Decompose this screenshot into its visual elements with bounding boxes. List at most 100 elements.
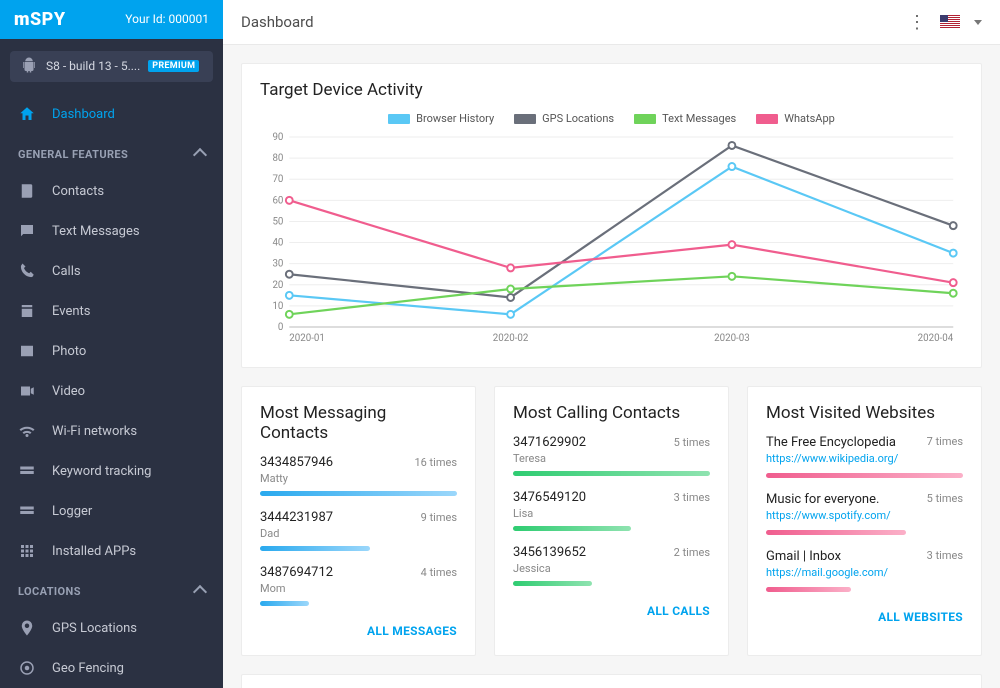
text-messages-icon [18,222,36,240]
progress-bar [260,491,457,496]
nav-item-events[interactable]: Events [0,291,223,331]
contact-name: Dad [260,527,457,540]
site-title: Gmail | Inbox [766,549,888,564]
all-websites-link[interactable]: ALL WEBSITES [878,610,963,624]
svg-text:30: 30 [272,259,283,270]
activity-chart: 01020304050607080902020-012020-022020-03… [260,131,963,351]
card-activity: Target Device Activity Browser HistoryGP… [241,63,982,368]
contact-count: 3 times [674,491,710,504]
nav-section-general[interactable]: GENERAL FEATURES [0,134,223,171]
nav-item-video[interactable]: Video [0,371,223,411]
chevron-up-icon [193,147,207,161]
home-icon [18,105,36,123]
contact-number: 3434857946 [260,455,333,470]
nav-item-logger[interactable]: Logger [0,491,223,531]
content: Target Device Activity Browser HistoryGP… [223,45,1000,688]
svg-text:2020-02: 2020-02 [493,333,529,344]
page-title: Dashboard [241,13,314,31]
legend-item[interactable]: Browser History [388,112,494,125]
nav-item-contacts[interactable]: Contacts [0,171,223,211]
installed-apps-icon [18,542,36,560]
sidebar: mSPY Your Id: 000001 S8 - build 13 - 5..… [0,0,223,688]
contact-item[interactable]: 34876947124 timesMom [260,565,457,606]
svg-text:50: 50 [272,216,283,227]
nav-item-installed-apps[interactable]: Installed APPs [0,531,223,571]
card-messaging: Most Messaging Contacts 3434857946 16 tim… [241,386,476,656]
website-item[interactable]: Gmail | Inboxhttps://mail.google.com/3 t… [766,549,963,592]
contact-number: 3476549120 [513,490,586,505]
main: Dashboard ⋮ Target Device Activity Brows… [223,0,1000,688]
progress-bar [766,473,963,478]
wi-fi-networks-icon [18,422,36,440]
nav-item-geo-fencing[interactable]: Geo Fencing [0,648,223,688]
calling-title: Most Calling Contacts [513,403,710,423]
nav-section-locations[interactable]: LOCATIONS [0,571,223,608]
legend-item[interactable]: GPS Locations [514,112,614,125]
contact-name: Jessica [513,562,710,575]
legend-swatch [514,114,536,124]
legend-swatch [388,114,410,124]
contact-item[interactable]: 34561396522 timesJessica [513,545,710,586]
svg-text:40: 40 [272,237,283,248]
legend-swatch [634,114,656,124]
svg-text:90: 90 [272,132,283,143]
contact-number: 3444231987 [260,510,333,525]
contact-count: 2 times [674,546,710,559]
all-calls-link[interactable]: ALL CALLS [647,604,710,618]
legend-item[interactable]: WhatsApp [756,112,835,125]
site-title: The Free Encyclopedia [766,435,898,450]
us-flag-icon[interactable] [940,15,960,29]
contact-name: Lisa [513,507,710,520]
contact-name: Teresa [513,452,710,465]
nav-item-wi-fi-networks[interactable]: Wi-Fi networks [0,411,223,451]
premium-badge: PREMIUM [148,60,199,72]
svg-text:2020-03: 2020-03 [714,333,750,344]
contact-count: 5 times [674,436,710,449]
contact-item[interactable]: 3434857946 16 times Matty [260,455,457,496]
contact-item[interactable]: 3444231987 9 times Dad [260,510,457,551]
nav-item-keyword-tracking[interactable]: Keyword tracking [0,451,223,491]
nav-item-text-messages[interactable]: Text Messages [0,211,223,251]
site-url[interactable]: https://www.wikipedia.org/ [766,452,898,465]
svg-text:80: 80 [272,153,283,164]
chart-legend: Browser History GPS Locations Text Message… [260,112,963,125]
user-id: Your Id: 000001 [125,12,209,26]
contact-name: Mom [260,582,457,595]
contact-number: 3471629902 [513,435,586,450]
nav-item-calls[interactable]: Calls [0,251,223,291]
nav-dashboard[interactable]: Dashboard [0,94,223,134]
messaging-title: Most Messaging Contacts [260,403,457,443]
site-url[interactable]: https://mail.google.com/ [766,566,888,579]
svg-text:20: 20 [272,280,283,291]
kebab-menu-icon[interactable]: ⋮ [908,12,926,33]
nav-item-gps-locations[interactable]: GPS Locations [0,608,223,648]
contact-item[interactable]: 3471629902 5 times Teresa [513,435,710,476]
brand-bar: mSPY Your Id: 000001 [0,0,223,39]
progress-bar [513,471,710,476]
card-calling: Most Calling Contacts 3471629902 5 times T… [494,386,729,656]
progress-bar [766,587,851,592]
site-count: 7 times [927,435,963,448]
photo-icon [18,342,36,360]
svg-text:60: 60 [272,195,283,206]
logger-icon [18,502,36,520]
nav-item-photo[interactable]: Photo [0,331,223,371]
svg-text:70: 70 [272,174,283,185]
progress-bar [260,546,370,551]
website-item[interactable]: The Free Encyclopedia https://www.wikiped… [766,435,963,478]
brand-logo: mSPY [14,9,66,30]
contact-item[interactable]: 3476549120 3 times Lisa [513,490,710,531]
keyword-tracking-icon [18,462,36,480]
all-messages-link[interactable]: ALL MESSAGES [367,624,457,638]
website-item[interactable]: Music for everyone.https://www.spotify.c… [766,492,963,535]
contact-count: 9 times [421,511,457,524]
contact-count: 16 times [414,456,457,469]
contact-name: Matty [260,472,457,485]
legend-item[interactable]: Text Messages [634,112,736,125]
caret-down-icon[interactable] [974,20,982,25]
gps-locations-icon [18,619,36,637]
device-label: S8 - build 13 - 5.... [46,59,140,73]
site-url[interactable]: https://www.spotify.com/ [766,509,891,522]
video-icon [18,382,36,400]
device-picker[interactable]: S8 - build 13 - 5.... PREMIUM [10,51,213,82]
